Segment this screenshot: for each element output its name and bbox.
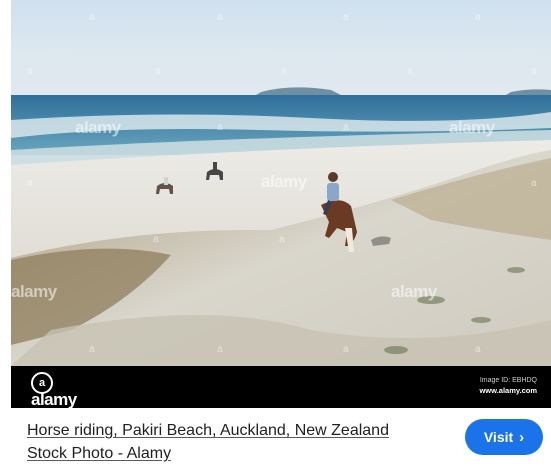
result-title-line2: Stock Photo - Alamy: [27, 445, 172, 462]
watermark-text: alamy: [261, 172, 307, 191]
watermark-mark: a: [217, 12, 223, 23]
watermark-mark: a: [217, 122, 223, 133]
watermark-text: alamy: [75, 118, 121, 137]
watermark-mark: a: [155, 66, 161, 77]
image-id-label: Image ID: EBHDQ: [479, 377, 537, 384]
watermark-text: alamy: [11, 282, 57, 301]
watermark-mark: a: [89, 12, 95, 23]
watermark-mark: a: [217, 344, 223, 355]
watermark-mark: a: [343, 122, 349, 133]
watermark-text: alamy: [449, 118, 495, 137]
watermark-mark: a: [531, 66, 537, 77]
result-title-link[interactable]: Horse riding, Pakiri Beach, Auckland, Ne…: [27, 419, 447, 465]
watermark-mark: a: [281, 66, 287, 77]
watermark-mark: a: [407, 66, 413, 77]
watermark-mark: a: [27, 66, 33, 77]
watermark-mark: a: [531, 178, 537, 189]
alamy-logo: a alamy: [31, 372, 77, 410]
watermark-mark: a: [343, 344, 349, 355]
watermark-mark: a: [89, 344, 95, 355]
chevron-right-icon: ›: [519, 428, 525, 446]
image-id-info: Image ID: EBHDQ www.alamy.com: [479, 376, 537, 396]
visit-label: Visit: [483, 429, 514, 445]
watermark-mark: a: [475, 12, 481, 23]
watermark-mark: a: [279, 234, 285, 245]
result-title-line1: Horse riding, Pakiri Beach, Auckland, Ne…: [27, 422, 389, 439]
watermark-mark: a: [27, 178, 33, 189]
watermark-mark: a: [475, 344, 481, 355]
site-url: www.alamy.com: [479, 386, 537, 395]
watermark-mark: a: [343, 12, 349, 23]
logo-text: alamy: [31, 390, 77, 409]
watermark-mark: a: [153, 234, 159, 245]
visit-button[interactable]: Visit ›: [465, 419, 543, 455]
watermark-text: alamy: [391, 282, 437, 301]
stock-photo[interactable]: alamy alamy alamy alamy alamy a a a a a …: [11, 0, 551, 366]
photo-footer-bar: a alamy Image ID: EBHDQ www.alamy.com: [11, 366, 551, 410]
